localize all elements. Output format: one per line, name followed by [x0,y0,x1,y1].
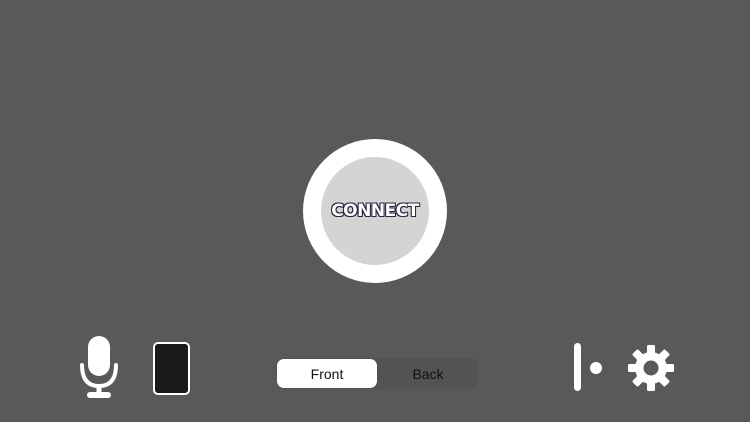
screen: CONNECT Front Back [0,0,750,422]
microphone-icon[interactable] [78,334,120,400]
camera-option-back[interactable]: Back [378,358,478,389]
phone-icon[interactable] [153,342,190,395]
camera-segmented-control: Front Back [276,358,478,389]
gear-icon[interactable] [627,344,675,392]
connect-button[interactable]: CONNECT [303,139,447,283]
connect-button-inner: CONNECT [321,157,429,265]
camera-option-front[interactable]: Front [277,359,377,388]
connect-label: CONNECT [331,200,420,221]
toggle-slider-icon[interactable] [572,342,606,392]
